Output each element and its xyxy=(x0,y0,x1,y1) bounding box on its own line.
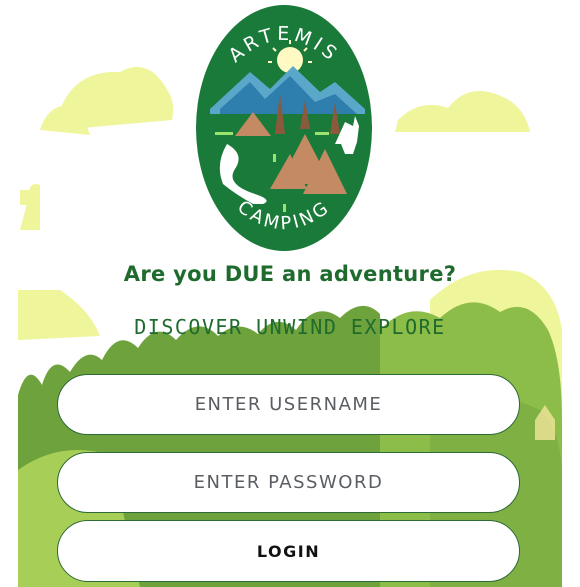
password-field[interactable] xyxy=(57,452,520,513)
username-field[interactable] xyxy=(57,374,520,435)
tagline: Are you DUE an adventure? xyxy=(123,262,457,286)
login-button[interactable]: LOGIN xyxy=(57,520,520,582)
artemis-camping-logo: ARTEMIS CAMPING xyxy=(196,5,372,251)
motto: DISCOVER UNWIND EXPLORE xyxy=(134,315,446,339)
username-input[interactable] xyxy=(58,393,519,416)
password-input[interactable] xyxy=(58,471,519,494)
